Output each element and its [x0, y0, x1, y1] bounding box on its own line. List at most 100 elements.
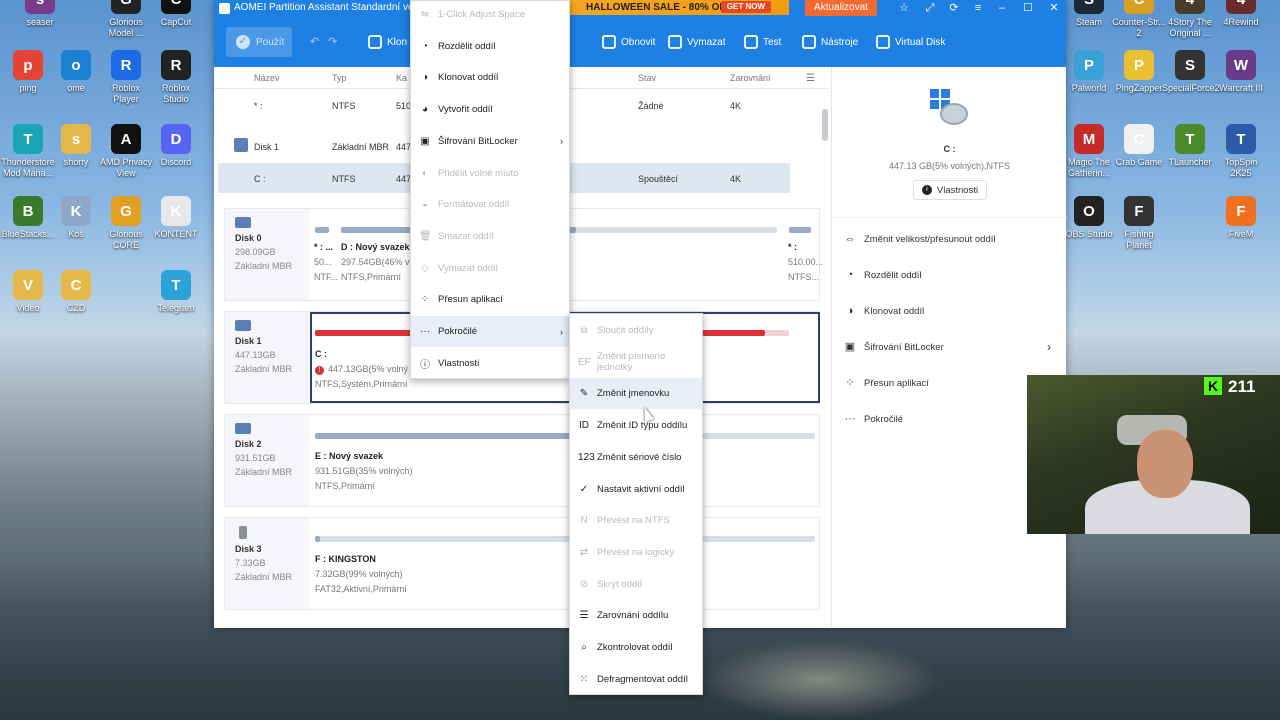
action-app-mover[interactable]: ⁘ Přesun aplikací: [844, 377, 929, 389]
desktop-icon[interactable]: G Glorious Model ...: [98, 0, 154, 39]
desktop-icon[interactable]: s shorty: [48, 124, 104, 168]
partition-bar[interactable]: [315, 433, 815, 439]
promo-banner[interactable]: HALLOWEEN SALE - 80% OFF GET NOW: [569, 0, 789, 15]
desktop-icon[interactable]: s seaser: [12, 0, 68, 28]
desktop-icon[interactable]: K Koš: [48, 196, 104, 240]
menu-item-active[interactable]: ✓ Nastavit aktivní oddíl: [570, 474, 702, 505]
menu-item-label: Vymazat oddíl: [438, 262, 498, 274]
column-status[interactable]: Stav: [638, 73, 656, 83]
scrollbar-thumb[interactable]: [822, 109, 828, 141]
menu-item-info[interactable]: ⓘ Vlastnosti: [411, 348, 569, 379]
desktop-icon-label: seaser: [26, 17, 54, 27]
desktop-icon[interactable]: S SpecialForce2: [1162, 50, 1220, 94]
partition-bar[interactable]: [789, 227, 811, 233]
menu-item-label: Vytvořit oddíl: [438, 104, 493, 116]
desktop-icon[interactable]: R Roblox Studio: [148, 50, 204, 105]
desktop-icon-label: CZD: [66, 303, 86, 313]
toolbar: ✓ Použít ↶ ↷ Klon Obnovit Vymazat Test N…: [214, 17, 1066, 67]
action-bitlocker[interactable]: ▣ Šifrování BitLocker ›: [844, 340, 1051, 354]
partition-d[interactable]: D : Nový svazek 297.54GB(46% vo NTFS,Pri…: [341, 240, 415, 285]
menu-item-clone[interactable]: ◑ Klonovat oddíl: [411, 62, 569, 93]
toolbar-virtual-disk-button[interactable]: Virtual Disk: [876, 35, 945, 49]
table-scrollbar[interactable]: [820, 89, 830, 194]
menu-item-check[interactable]: ⌕ Zkontrolovat oddíl: [570, 632, 702, 663]
menu-item-split[interactable]: ◔ Rozdělit oddíl: [411, 31, 569, 62]
toolbar-clone-button[interactable]: Klon: [368, 35, 407, 49]
desktop-icon[interactable]: P Palworld: [1061, 50, 1117, 94]
refresh-icon[interactable]: ⟳: [944, 0, 964, 16]
column-name[interactable]: Název: [254, 73, 280, 83]
partition-bar[interactable]: [315, 536, 815, 542]
action-clone[interactable]: ◑ Klonovat oddíl: [844, 305, 925, 317]
desktop-icon[interactable]: C Crab Game: [1111, 124, 1167, 168]
menu-item-bitlocker[interactable]: ▣ Šifrování BitLocker ›: [411, 126, 569, 157]
menu-item-align[interactable]: ☰ Zarovnání oddílu: [570, 600, 702, 631]
menu-item-pencil[interactable]: ✎ Změnit jmenovku: [570, 378, 702, 410]
apply-button[interactable]: ✓ Použít: [226, 27, 292, 57]
action-split[interactable]: ◔ Rozdělit oddíl: [844, 269, 922, 281]
desktop-icon[interactable]: o ome: [48, 50, 104, 94]
partition-e[interactable]: E : Nový svazek 931.51GB(35% volných) NT…: [315, 449, 413, 494]
desktop-icon[interactable]: T Telegram: [148, 270, 204, 314]
desktop-icon[interactable]: 4 4Story The Original ...: [1162, 0, 1218, 39]
desktop-icon[interactable]: S Steam: [1061, 0, 1117, 28]
column-capacity[interactable]: Ka: [396, 73, 407, 83]
disk-2-card[interactable]: Disk 2 931.51GB Základní MBR E : Nový sv…: [224, 414, 820, 507]
action-resize[interactable]: ⇔ Změnit velikost/přesunout oddíl: [844, 233, 996, 245]
share-icon[interactable]: ⤢: [920, 0, 940, 16]
minimize-icon[interactable]: –: [992, 0, 1012, 16]
undo-icon[interactable]: ↶: [310, 35, 319, 48]
desktop-icon[interactable]: A AMD Privacy View: [98, 124, 154, 179]
desktop-icon[interactable]: C CZD: [48, 270, 104, 314]
partition-name: D : Nový svazek: [341, 242, 410, 252]
partition-star[interactable]: * : ... 50... NTF...: [314, 240, 338, 285]
close-icon[interactable]: ✕: [1044, 0, 1064, 16]
desktop-icon[interactable]: R Roblox Player: [98, 50, 154, 105]
partition-f[interactable]: F : KINGSTON 7.32GB(99% volných) FAT32,A…: [315, 552, 407, 597]
menu-item-app-mover[interactable]: ⁘ Přesun aplikací: [411, 284, 569, 315]
desktop-icon-label: PingZapper: [1115, 83, 1163, 93]
columns-settings-icon[interactable]: ☰: [806, 73, 815, 84]
fivem-icon: F: [1226, 196, 1256, 226]
toolbar-wipe-button[interactable]: Vymazat: [668, 35, 726, 49]
toolbar-test-button[interactable]: Test: [744, 35, 781, 49]
desktop-icon[interactable]: M Magic The Gatherin...: [1061, 124, 1117, 179]
partition-name: C :: [315, 349, 327, 359]
disk-kind: Základní MBR: [235, 572, 293, 582]
column-alignment[interactable]: Zarovnání: [730, 73, 771, 83]
desktop-icon[interactable]: O OBS Studio: [1061, 196, 1117, 240]
desktop-icon[interactable]: G Glorious CORE: [98, 196, 154, 251]
desktop-icon[interactable]: C CapCut: [148, 0, 204, 28]
partition-bar[interactable]: [315, 227, 329, 233]
desktop-icon[interactable]: F FiveM: [1213, 196, 1269, 240]
menu-item-defrag[interactable]: ⁙ Defragmentovat oddíl: [570, 664, 702, 695]
action-more[interactable]: ··· Pokročilé: [844, 413, 904, 425]
upgrade-button[interactable]: Aktualizovat: [805, 0, 877, 16]
desktop-icon[interactable]: P PingZapper: [1111, 50, 1167, 94]
partition-c[interactable]: C : ! 447.13GB(5% volný NTFS,Systém,Primá…: [315, 347, 408, 392]
desktop-icon[interactable]: C Counter-Str... 2: [1111, 0, 1167, 39]
properties-button[interactable]: i Vlastnosti: [913, 180, 987, 200]
redo-icon[interactable]: ↷: [328, 35, 337, 48]
partition-recovery[interactable]: * : 510.00... NTFS...: [788, 240, 823, 285]
desktop-icon[interactable]: W Warcraft III: [1213, 50, 1269, 94]
toolbar-tools-button[interactable]: Nástroje: [802, 35, 858, 49]
desktop-icon[interactable]: T TopSpin 2K25: [1213, 124, 1269, 179]
star-icon[interactable]: ☆: [894, 0, 914, 16]
maximize-icon[interactable]: ☐: [1018, 0, 1038, 16]
menu-icon[interactable]: ≡: [968, 0, 988, 16]
desktop-icon[interactable]: D Discord: [148, 124, 204, 168]
toolbar-recover-button[interactable]: Obnovit: [602, 35, 655, 49]
column-type[interactable]: Typ: [332, 73, 347, 83]
menu-item-serial[interactable]: 123 Změnit sériové číslo: [570, 442, 702, 473]
menu-item-create[interactable]: ◕ Vytvořit oddíl: [411, 94, 569, 125]
get-now-button[interactable]: GET NOW: [720, 1, 771, 13]
menu-item-id[interactable]: ID Změnit ID typu oddílu: [570, 410, 702, 441]
menu-item-more[interactable]: ··· Pokročilé ›: [411, 316, 569, 347]
desktop-icon[interactable]: K KONTENT: [148, 196, 204, 240]
disk-3-card[interactable]: Disk 3 7.33GB Základní MBR F : KINGSTON …: [224, 517, 820, 610]
desktop-icon[interactable]: T TLauncher: [1162, 124, 1218, 168]
desktop-icon[interactable]: 4 4Rewind: [1213, 0, 1269, 28]
test-icon: [744, 35, 758, 49]
desktop-icon[interactable]: F Fishing Planet: [1111, 196, 1167, 251]
